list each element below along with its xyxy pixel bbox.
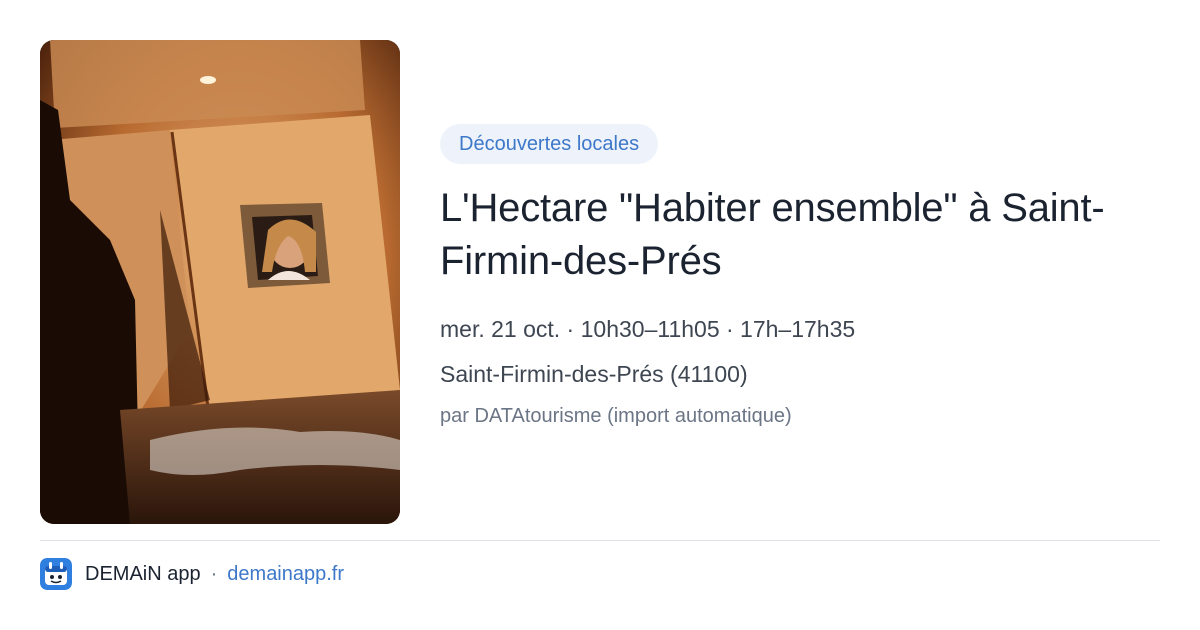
event-title: L'Hectare "Habiter ensemble" à Saint-Fir… <box>440 186 1105 283</box>
footer: DEMAiN app · demainapp.fr <box>40 558 344 590</box>
demain-app-logo-icon <box>40 558 72 590</box>
event-schedule: mer. 21 oct. · 10h30–11h05 · 17h–17h35 <box>440 316 856 342</box>
event-location: Saint-Firmin-des-Prés (41100) <box>440 361 748 387</box>
app-name: DEMAiN app <box>85 562 201 585</box>
tent-photo-illustration <box>40 40 400 524</box>
domain-link[interactable]: demainapp.fr <box>227 563 344 586</box>
footer-separator: · <box>210 562 218 585</box>
event-photo <box>40 40 400 524</box>
event-source: par DATAtourisme (import automatique) <box>440 405 792 427</box>
event-details: Découvertes locales L'Hectare "Habiter e… <box>440 124 1160 430</box>
footer-divider <box>40 540 1160 541</box>
category-badge[interactable]: Découvertes locales <box>440 124 659 164</box>
